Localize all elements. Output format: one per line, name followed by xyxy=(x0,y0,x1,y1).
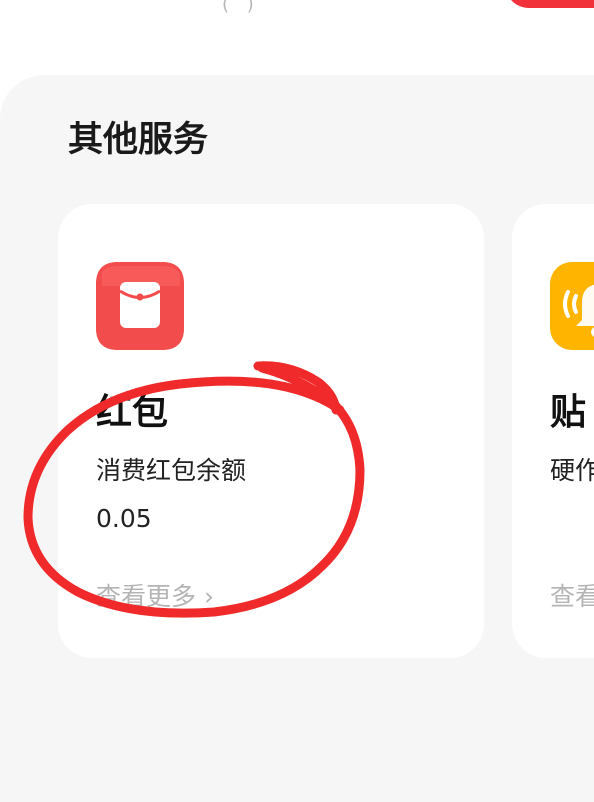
bell-icon xyxy=(550,262,594,350)
card-title: 贴 xyxy=(550,392,587,433)
view-more-link[interactable]: 查看更多 › xyxy=(96,580,214,614)
card-title: 红包 xyxy=(96,392,169,433)
chevron-right-icon: › xyxy=(196,582,214,611)
red-envelope-icon xyxy=(96,262,184,350)
card-subtitle: 硬作 xyxy=(550,456,594,485)
screen: ( ) 其他服务 红包 消费红包余额 0.05 查看更多 › 贴 硬作 查看 xyxy=(0,0,594,802)
card-subtitle: 消费红包余额 xyxy=(96,456,247,485)
second-service-card[interactable]: 贴 硬作 查看 xyxy=(512,204,594,658)
balance-value: 0.05 xyxy=(96,504,152,533)
view-more-label: 查看更多 xyxy=(96,582,197,611)
top-action-button[interactable] xyxy=(505,0,594,8)
section-title: 其他服务 xyxy=(68,120,209,160)
top-partial-text: ( ) xyxy=(222,0,260,15)
view-more-link[interactable]: 查看 xyxy=(550,580,594,614)
red-packet-card[interactable]: 红包 消费红包余额 0.05 查看更多 › xyxy=(58,204,484,658)
